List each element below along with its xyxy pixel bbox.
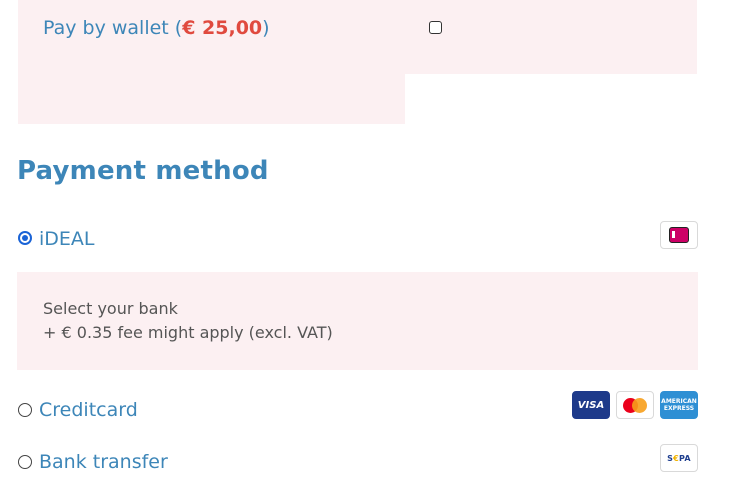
select-bank-text: Select your bank	[43, 299, 178, 318]
ideal-radio[interactable]	[18, 231, 32, 245]
creditcard-label[interactable]: Creditcard	[39, 399, 138, 421]
sepa-logo-text: S€PA	[667, 453, 691, 463]
sepa-logo-icon: S€PA	[660, 444, 698, 472]
mastercard-logo-icon	[616, 391, 654, 419]
wallet-label-prefix: Pay by wallet (	[43, 17, 183, 39]
bank-transfer-label[interactable]: Bank transfer	[39, 451, 168, 473]
bank-fee-text: + € 0.35 fee might apply (excl. VAT)	[43, 323, 333, 342]
bank-select-panel[interactable]	[17, 272, 698, 370]
amex-logo-line1: AMERICAN	[661, 398, 697, 405]
ideal-label[interactable]: iDEAL	[39, 228, 95, 250]
wallet-label-suffix: )	[262, 17, 270, 39]
wallet-panel-extension	[405, 0, 697, 74]
bank-transfer-radio[interactable]	[18, 455, 32, 469]
wallet-label[interactable]: Pay by wallet (€ 25,00)	[43, 17, 270, 39]
creditcard-radio[interactable]	[18, 403, 32, 417]
visa-logo-icon: VISA	[572, 391, 610, 419]
payment-method-title: Payment method	[17, 156, 269, 186]
visa-logo-text: VISA	[577, 399, 605, 411]
amex-logo-line2: EXPRESS	[663, 405, 695, 412]
ideal-logo-icon	[660, 221, 698, 249]
checkout-payment-page: Pay by wallet (€ 25,00) Payment method i…	[0, 0, 746, 484]
amex-logo-icon: AMERICAN EXPRESS	[660, 391, 698, 419]
wallet-checkbox[interactable]	[429, 21, 442, 34]
wallet-amount: € 25,00	[182, 17, 263, 39]
mastercard-circles-icon	[623, 397, 647, 413]
ideal-mark-icon	[669, 227, 689, 243]
